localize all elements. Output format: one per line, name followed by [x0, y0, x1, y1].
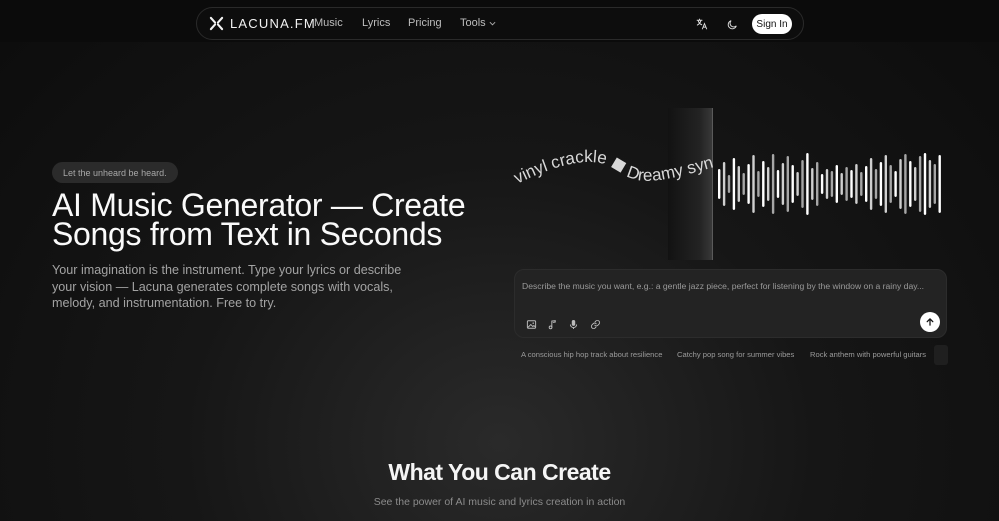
add-music-button[interactable]: [547, 317, 559, 330]
brand-logo[interactable]: LACUNA.FM: [209, 16, 316, 31]
curved-tagline-path: vinyl crackle ◼ Dreamy syn: [513, 147, 715, 187]
waveform-bar: [762, 161, 765, 207]
waveform-bar: [938, 155, 941, 213]
waveform-bar: [884, 155, 887, 213]
microphone-icon: [569, 320, 578, 329]
waveform-bar: [869, 158, 873, 210]
waveform-bar: [791, 165, 794, 203]
nav-music-link[interactable]: Music: [314, 17, 343, 29]
waveform-bar: [796, 172, 799, 196]
chevron-down-icon: [489, 21, 496, 25]
waveform-bar: [850, 170, 853, 198]
moon-icon: [727, 19, 737, 29]
section-subtitle: See the power of AI music and lyrics cre…: [373, 496, 626, 508]
waveform-bar: [816, 162, 819, 206]
music-note-icon: [548, 320, 556, 330]
waveform-bar: [811, 168, 814, 200]
waveform-bar: [933, 164, 936, 204]
suggestion-chip[interactable]: Rock anthem with powerful guitars: [810, 345, 926, 363]
curved-tagline: vinyl crackle ◼ Dreamy syn: [513, 147, 715, 187]
waveform-bar: [781, 163, 785, 205]
waveform-bar: [752, 155, 755, 213]
waveform-bars: [718, 153, 941, 215]
waveform-graphic: vinyl crackle ◼ Dreamy syn: [513, 147, 941, 215]
attach-image-button[interactable]: [526, 317, 538, 329]
lacuna-logo-icon: [209, 16, 224, 31]
waveform-bar: [840, 173, 843, 195]
waveform-bar: [879, 162, 883, 206]
waveform-bar: [801, 160, 804, 208]
waveform-bar: [928, 160, 932, 208]
waveform-bar: [747, 164, 750, 204]
suggestion-chips: A conscious hip hop track about resilien…: [514, 345, 948, 365]
prompt-panel: [514, 269, 947, 338]
language-button[interactable]: [694, 16, 710, 32]
waveform-bar: [899, 159, 902, 209]
waveform-bar: [786, 156, 789, 212]
waveform-bar: [845, 167, 848, 201]
waveform-bar: [820, 174, 824, 194]
waveform-bar: [757, 171, 760, 197]
arrow-up-icon: [926, 318, 934, 326]
waveform-bar: [923, 153, 927, 215]
submit-prompt-button[interactable]: [920, 312, 940, 332]
waveform-bar: [767, 167, 770, 201]
waveform-bar: [830, 171, 834, 197]
sign-in-button[interactable]: Sign In: [752, 14, 792, 34]
add-link-button[interactable]: [590, 317, 602, 329]
waveform-bar: [835, 165, 838, 203]
voice-input-button[interactable]: [568, 317, 580, 329]
top-navigation: LACUNA.FM Music Lyrics Pricing Tools Sig…: [196, 7, 804, 40]
suggestion-chip[interactable]: Catchy pop song for summer vibes: [677, 345, 794, 363]
suggestion-chip[interactable]: A conscious hip hop track about resilien…: [521, 345, 662, 363]
translate-icon: [696, 18, 708, 30]
waveform-bar: [914, 167, 917, 201]
chips-scroll-fade: [934, 345, 948, 365]
waveform-bar: [776, 170, 780, 198]
waveform-bar: [771, 154, 775, 214]
nav-tools-label: Tools: [460, 17, 486, 29]
waveform-bar: [718, 169, 721, 199]
image-icon: [526, 320, 537, 329]
hero-badge: Let the unheard be heard.: [52, 162, 178, 183]
waveform-bar: [732, 158, 736, 210]
waveform-bar: [727, 175, 731, 193]
theme-toggle-button[interactable]: [724, 16, 740, 32]
waveform-bar: [860, 172, 863, 196]
waveform-bar: [874, 169, 878, 199]
waveform-bar: [904, 154, 907, 214]
nav-tools-dropdown[interactable]: Tools: [460, 17, 496, 29]
hero-title: AI Music Generator — Create Songs from T…: [52, 187, 466, 252]
hero-visual: vinyl crackle ◼ Dreamy syn: [513, 108, 945, 260]
waveform-bar: [742, 173, 745, 195]
brand-name: LACUNA.FM: [230, 16, 316, 31]
link-icon: [591, 320, 600, 329]
waveform-bar: [918, 156, 922, 212]
waveform-bar: [737, 166, 740, 202]
hero-subtitle: Your imagination is the instrument. Type…: [52, 263, 402, 310]
section-title: What You Can Create: [388, 459, 611, 485]
nav-lyrics-link[interactable]: Lyrics: [362, 17, 390, 29]
waveform-bar: [825, 169, 829, 199]
waveform-bar: [855, 164, 858, 204]
waveform-bar: [806, 153, 809, 215]
waveform-bar: [894, 171, 897, 197]
nav-pricing-link[interactable]: Pricing: [408, 17, 442, 29]
music-prompt-input[interactable]: [522, 278, 937, 294]
waveform-bar: [722, 162, 726, 206]
waveform-bar: [865, 166, 868, 202]
waveform-bar: [889, 165, 892, 203]
waveform-bar: [909, 161, 912, 207]
